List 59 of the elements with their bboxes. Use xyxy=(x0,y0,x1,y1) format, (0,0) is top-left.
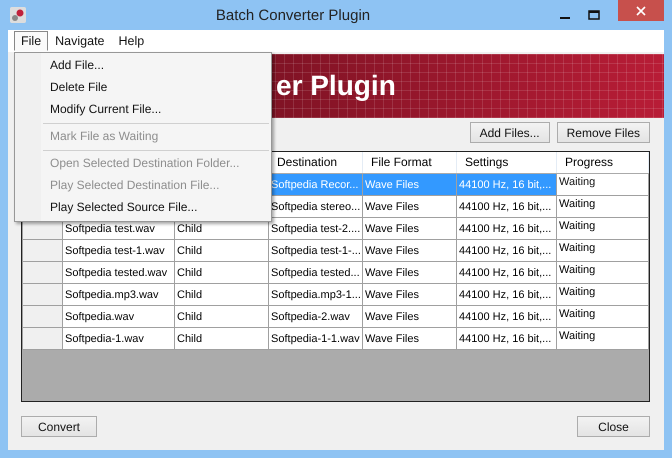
column-header[interactable]: File Format xyxy=(362,152,456,173)
close-icon xyxy=(636,6,646,16)
column-header[interactable]: Progress xyxy=(556,152,648,173)
column-header[interactable]: Settings xyxy=(456,152,556,173)
table-cell: Wave Files xyxy=(362,195,456,217)
menu-item[interactable]: Add File... xyxy=(15,55,271,77)
table-cell: 44100 Hz, 16 bit,... xyxy=(456,195,556,217)
table-cell: Wave Files xyxy=(362,217,456,239)
toolbar-button[interactable]: Remove Files xyxy=(556,122,650,143)
table-cell: Waiting xyxy=(556,173,648,195)
table-cell: Softpedia.mp3-1... xyxy=(268,283,362,305)
table-cell: 44100 Hz, 16 bit,... xyxy=(456,239,556,261)
menu-item[interactable]: Delete File xyxy=(15,77,271,99)
table-cell: 44100 Hz, 16 bit,... xyxy=(456,261,556,283)
toolbar-button[interactable]: Add Files... xyxy=(470,122,550,143)
close-button[interactable] xyxy=(618,0,664,21)
table-cell: 44100 Hz, 16 bit,... xyxy=(456,305,556,327)
menu-item[interactable]: File xyxy=(14,31,48,51)
table-cell: Child xyxy=(174,327,268,349)
menu-item[interactable]: Modify Current File... xyxy=(15,99,271,121)
table-cell: 44100 Hz, 16 bit,... xyxy=(456,327,556,349)
banner-title: er Plugin xyxy=(276,70,396,102)
table-cell: Softpedia-1-1.wav xyxy=(268,327,362,349)
table-cell: Wave Files xyxy=(362,305,456,327)
table-cell: Softpedia tested.wav xyxy=(62,261,174,283)
table-cell: Softpedia test-1-... xyxy=(268,239,362,261)
table-cell: 44100 Hz, 16 bit,... xyxy=(456,283,556,305)
footer-button[interactable]: Close xyxy=(577,416,650,437)
table-cell: Softpedia tested... xyxy=(268,261,362,283)
table-cell: Softpedia-1.wav xyxy=(62,327,174,349)
menu-item[interactable]: Navigate xyxy=(48,31,112,51)
table-cell: Waiting xyxy=(556,305,648,327)
table-cell: Softpedia test-1.wav xyxy=(62,239,174,261)
table-cell: Waiting xyxy=(556,195,648,217)
table-cell: 44100 Hz, 16 bit,... xyxy=(456,217,556,239)
window-title: Batch Converter Plugin xyxy=(214,6,372,24)
table-cell: Child xyxy=(174,239,268,261)
footer-button[interactable]: Convert xyxy=(21,416,98,437)
table-cell: Waiting xyxy=(556,239,648,261)
table-cell: Wave Files xyxy=(362,327,456,349)
table-cell: Wave Files xyxy=(362,239,456,261)
maximize-icon[interactable] xyxy=(588,10,600,20)
table-cell: Wave Files xyxy=(362,173,456,195)
menu-item[interactable]: Help xyxy=(112,31,152,51)
table-cell: Softpedia.wav xyxy=(62,305,174,327)
table-cell: Child xyxy=(174,261,268,283)
table-cell: Child xyxy=(174,305,268,327)
table-cell: Waiting xyxy=(556,327,648,349)
table-cell: Softpedia test-2.... xyxy=(268,217,362,239)
table-cell: Softpedia.mp3.wav xyxy=(62,283,174,305)
menu-item[interactable]: Play Selected Source File... xyxy=(15,197,271,219)
table-cell: Wave Files xyxy=(362,283,456,305)
table-cell: Waiting xyxy=(556,217,648,239)
table-cell: Waiting xyxy=(556,283,648,305)
table-cell: Wave Files xyxy=(362,261,456,283)
table-cell: 44100 Hz, 16 bit,... xyxy=(456,173,556,195)
table-cell: Child xyxy=(174,283,268,305)
table-cell: Waiting xyxy=(556,261,648,283)
table-cell: Softpedia-2.wav xyxy=(268,305,362,327)
